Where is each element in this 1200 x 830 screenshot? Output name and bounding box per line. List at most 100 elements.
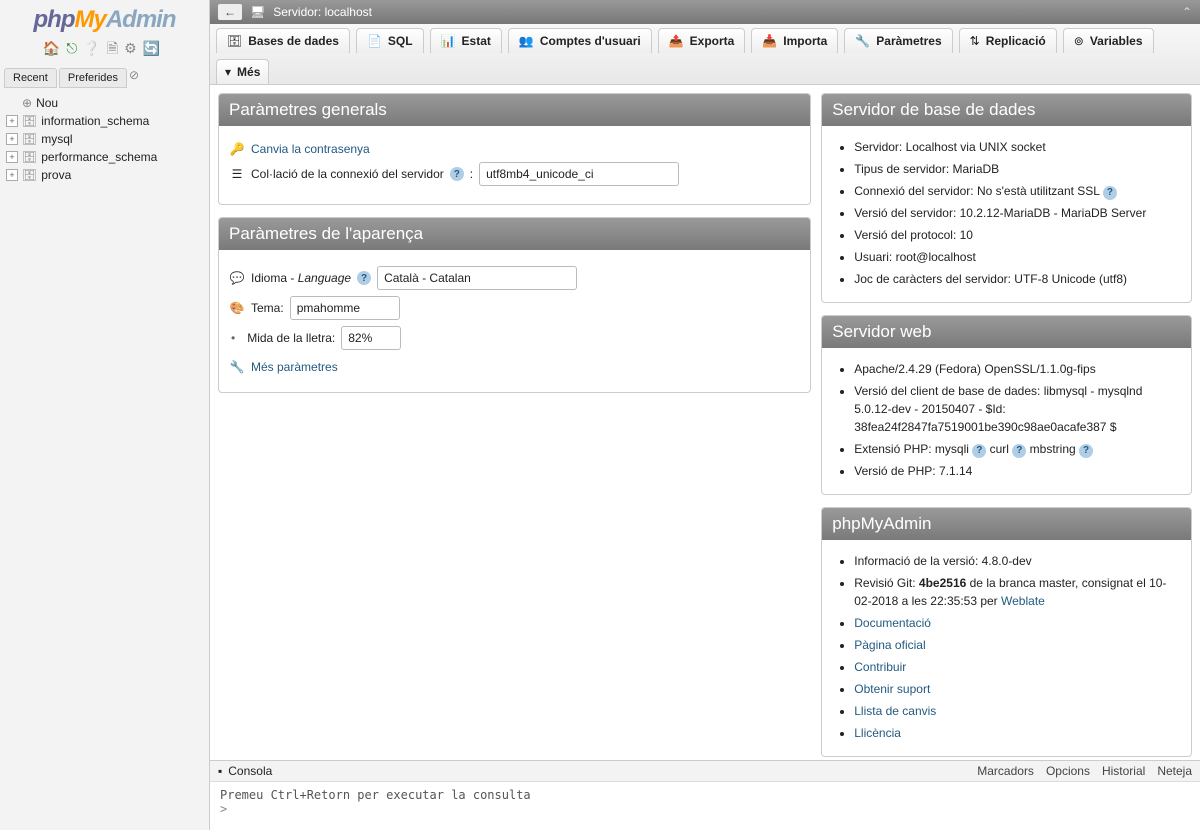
docs-icon[interactable]: ❔ [83,40,106,56]
tree-db[interactable]: + 🗄 information_schema [4,112,205,130]
general-settings-panel: Paràmetres generals 🔑 Canvia la contrase… [218,93,811,205]
language-icon: 💬 [229,271,245,285]
tab-sql[interactable]: 📄 SQL [356,28,424,53]
tree-new[interactable]: ⊕ Nou [4,94,205,112]
homepage-link[interactable]: Pàgina oficial [854,638,925,652]
more-settings-link[interactable]: Més paràmetres [251,360,338,374]
console-options[interactable]: Opcions [1046,764,1090,778]
tab-label: Comptes d'usuari [540,34,641,48]
console-history[interactable]: Historial [1102,764,1145,778]
tree-db[interactable]: + 🗄 mysql [4,130,205,148]
license-link[interactable]: Llicència [854,726,901,740]
font-size-select[interactable]: 82% [341,326,401,350]
tab-label: Estat [462,34,491,48]
sidebar-tab-recent[interactable]: Recent [4,68,57,88]
tab-label: Bases de dades [248,34,339,48]
theme-label: Tema: [251,301,284,315]
console-input-area[interactable]: Premeu Ctrl+Retorn per executar la consu… [210,782,1200,830]
support-link[interactable]: Obtenir suport [854,682,930,696]
help-icon[interactable]: ? [450,167,464,181]
back-button[interactable]: ← [218,4,242,20]
list-item: Versió del protocol: 10 [854,224,1181,246]
console-title[interactable]: Consola [228,764,272,778]
list-item: Versió del client de base de dades: libm… [854,380,1181,438]
list-item: Servidor: Localhost via UNIX socket [854,136,1181,158]
wrench-icon: 🔧 [229,360,245,374]
pma-panel: phpMyAdmin Informació de la versió: 4.8.… [821,507,1192,757]
link-icon[interactable]: ⊘ [129,68,139,88]
tab-label: Replicació [986,34,1046,48]
tab-variables[interactable]: ⊚ Variables [1063,28,1154,53]
expand-icon[interactable]: + [6,151,18,163]
tab-settings[interactable]: 🔧Paràmetres [844,28,952,53]
change-password-link[interactable]: Canvia la contrasenya [251,142,370,156]
tab-users[interactable]: 👥 Comptes d'usuari [508,28,652,53]
help-icon[interactable]: ? [1079,444,1093,458]
tree-db-label: information_schema [41,114,149,128]
variables-icon: ⊚ [1074,34,1084,48]
sql-icon[interactable]: 🗎 [107,40,124,56]
reload-icon[interactable]: 🔄 [143,40,166,56]
sidebar-tabs: Recent Preferides ⊘ [4,68,205,88]
list-item: Llicència [854,722,1181,744]
tab-import[interactable]: 📥Importa [751,28,838,53]
list-item: Contribuir [854,656,1181,678]
sql-console: ▪ Consola Marcadors Opcions Historial Ne… [210,760,1200,830]
collation-select[interactable]: utf8mb4_unicode_ci [479,162,679,186]
tree-db[interactable]: + 🗄 prova [4,166,205,184]
replication-icon: ⇅ [970,34,980,48]
topbar: ← 🖥 Servidor: localhost ⌃ [210,0,1200,24]
help-icon[interactable]: ? [1012,444,1026,458]
tab-databases[interactable]: 🗄Bases de dades [216,28,350,53]
tab-label: SQL [388,34,413,48]
status-icon: 📊 [441,34,456,48]
theme-select[interactable]: pmahomme [290,296,400,320]
help-icon[interactable]: ? [972,444,986,458]
language-select[interactable]: Català - Catalan [377,266,577,290]
expand-icon[interactable]: + [6,133,18,145]
changelog-link[interactable]: Llista de canvis [854,704,936,718]
console-clear[interactable]: Neteja [1157,764,1192,778]
help-icon[interactable]: ? [357,271,371,285]
panel-title: Servidor web [822,316,1191,348]
tree-new-label: Nou [36,96,58,110]
sql-icon: 📄 [367,34,382,48]
docs-link[interactable]: Documentació [854,616,931,630]
panel-title: Servidor de base de dades [822,94,1191,126]
tab-more[interactable]: ▾ Més [216,59,269,84]
collapse-icon[interactable]: ⌃ [1182,5,1192,19]
server-label: Servidor: localhost [273,5,372,19]
tree-db-label: prova [41,168,71,182]
logout-icon[interactable]: ⎋ [66,40,83,56]
tab-label: Variables [1090,34,1143,48]
database-icon: 🗄 [22,132,37,146]
database-icon: 🗄 [22,168,37,182]
tree-db[interactable]: + 🗄 performance_schema [4,148,205,166]
list-item: Extensió PHP: mysqli ? curl ? mbstring ? [854,438,1181,460]
tab-export[interactable]: 📤Exporta [658,28,746,53]
list-item: Informació de la versió: 4.8.0-dev [854,550,1181,572]
tab-replication[interactable]: ⇅ Replicació [959,28,1057,53]
panel-title: Paràmetres generals [219,94,810,126]
home-icon[interactable]: 🏠 [43,40,66,56]
sidebar-tab-favorites[interactable]: Preferides [59,68,127,88]
tree-db-label: mysql [41,132,72,146]
settings-icon[interactable]: ⚙ [124,40,143,56]
logo-part-my: My [74,6,105,33]
help-icon[interactable]: ? [1103,186,1117,200]
panel-title: Paràmetres de l'aparença [219,218,810,250]
collation-label: Col·lació de la connexió del servidor [251,167,444,181]
contribute-link[interactable]: Contribuir [854,660,906,674]
users-icon: 👥 [519,34,534,48]
logo: phpMyAdmin [4,6,205,34]
list-item: Pàgina oficial [854,634,1181,656]
tab-label: Més [237,65,260,79]
weblate-link[interactable]: Weblate [1001,594,1045,608]
list-item: Tipus de servidor: MariaDB [854,158,1181,180]
sidebar-toolbar: 🏠⎋❔🗎⚙🔄 [4,38,205,62]
expand-icon[interactable]: + [6,115,18,127]
expand-icon[interactable]: + [6,169,18,181]
list-item: Obtenir suport [854,678,1181,700]
console-bookmarks[interactable]: Marcadors [977,764,1034,778]
tab-status[interactable]: 📊 Estat [430,28,502,53]
